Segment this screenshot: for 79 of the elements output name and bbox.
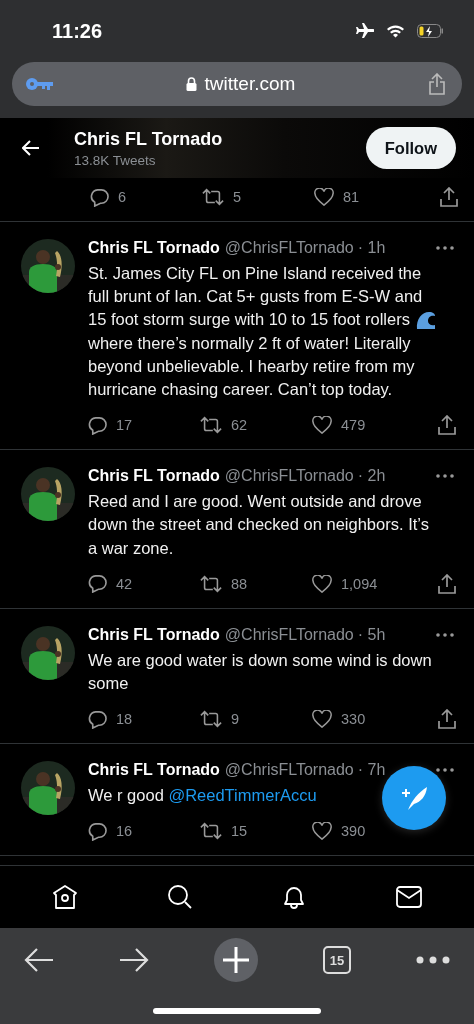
tweet-text: 15 foot storm surge with 10 to 15 foot rollers: [88, 309, 410, 331]
follow-button[interactable]: Follow: [365, 127, 456, 169]
url-text: twitter.com: [204, 73, 296, 95]
retweet-icon[interactable]: [200, 416, 222, 435]
wifi-icon: [386, 24, 405, 38]
battery-icon: [417, 24, 444, 38]
retweet-count: 9: [231, 711, 240, 728]
author-handle: @ChrisFLTornado: [224, 761, 354, 780]
author-handle: @ChrisFLTornado: [224, 467, 354, 486]
reply-count: 42: [116, 575, 133, 592]
retweet-icon[interactable]: [200, 822, 222, 841]
tweet-text: We are good water is down some wind is down some: [88, 649, 433, 695]
profile-name: Chris FL Tornado: [74, 128, 224, 150]
more-icon[interactable]: [436, 632, 454, 637]
share-icon[interactable]: [438, 415, 456, 436]
reply-icon[interactable]: [88, 709, 107, 729]
tweet-count: 13.8K Tweets: [74, 152, 157, 168]
reply-count: 18: [116, 711, 133, 728]
tweet-text: We r good: [88, 786, 164, 805]
retweet-count: 62: [231, 417, 248, 434]
search-icon[interactable]: [166, 884, 193, 910]
tweet-text: where there’s normally 2 ft of water! Literally beyond unbelievable. I hearby retire from my hurricane chasing career. Can’t top today.: [88, 332, 416, 400]
reply-icon[interactable]: [88, 821, 107, 841]
retweet-count: 88: [231, 575, 248, 592]
reply-count: 17: [116, 417, 133, 434]
tweet-time: · 2h: [357, 467, 386, 486]
reply-icon[interactable]: [90, 187, 109, 207]
back-arrow-icon[interactable]: [22, 140, 40, 156]
like-count: 81: [343, 189, 360, 205]
back-icon[interactable]: [24, 947, 54, 973]
lock-icon: [185, 77, 197, 91]
share-icon[interactable]: [428, 73, 446, 95]
new-tab-button[interactable]: [214, 938, 258, 982]
tab-count[interactable]: 15: [323, 946, 351, 974]
wave-icon: [415, 310, 436, 330]
reply-count: 6: [118, 189, 127, 205]
like-count: 1,094: [341, 575, 378, 592]
more-icon[interactable]: [416, 956, 450, 964]
mention-link[interactable]: @ReedTimmerAccu: [168, 786, 317, 805]
like-count: 479: [341, 417, 366, 434]
retweet-icon[interactable]: [200, 574, 222, 593]
share-icon[interactable]: [438, 573, 456, 594]
reply-icon[interactable]: [88, 415, 107, 435]
heart-icon[interactable]: [314, 188, 334, 206]
retweet-icon[interactable]: [200, 710, 222, 729]
author-handle: @ChrisFLTornado: [224, 625, 354, 644]
retweet-count: 15: [231, 823, 248, 840]
home-icon[interactable]: [52, 884, 79, 910]
tweet-text: Reed and I are good. Went outside and drove down the street and checked on neighbors. It’s a war zone.: [88, 491, 430, 559]
heart-icon[interactable]: [312, 822, 332, 841]
heart-icon[interactable]: [312, 574, 332, 593]
more-icon[interactable]: [436, 474, 454, 479]
retweet-count: 5: [233, 189, 242, 205]
share-icon[interactable]: [438, 709, 456, 730]
like-count: 330: [341, 711, 366, 728]
reply-count: 16: [116, 823, 133, 840]
author-name: Chris FL Tornado: [88, 761, 220, 780]
author-name: Chris FL Tornado: [88, 239, 220, 257]
share-icon[interactable]: [440, 187, 458, 207]
retweet-icon[interactable]: [202, 188, 224, 206]
address-bar[interactable]: twitter.com: [12, 62, 462, 106]
author-handle: @ChrisFLTornado: [224, 239, 354, 257]
feather-plus-icon: [400, 785, 428, 811]
tweet-time: · 1h: [357, 239, 386, 257]
forward-icon[interactable]: [119, 947, 149, 973]
like-count: 390: [341, 823, 366, 840]
tweet-text: St. James City FL on Pine Island received the full brunt of Ian. Cat 5+ gusts from E-S-W and: [88, 263, 424, 308]
heart-icon[interactable]: [312, 710, 332, 729]
author-name: Chris FL Tornado: [88, 467, 220, 486]
heart-icon[interactable]: [312, 416, 332, 435]
reply-icon[interactable]: [88, 574, 107, 594]
airplane-icon: [354, 23, 374, 39]
status-time: 11:26: [52, 19, 103, 43]
mail-icon[interactable]: [395, 886, 422, 908]
tweet-time: · 7h: [357, 761, 386, 780]
more-icon[interactable]: [436, 246, 454, 250]
tweet-time: · 5h: [357, 625, 386, 644]
more-icon[interactable]: [436, 768, 454, 773]
author-name: Chris FL Tornado: [88, 625, 220, 644]
